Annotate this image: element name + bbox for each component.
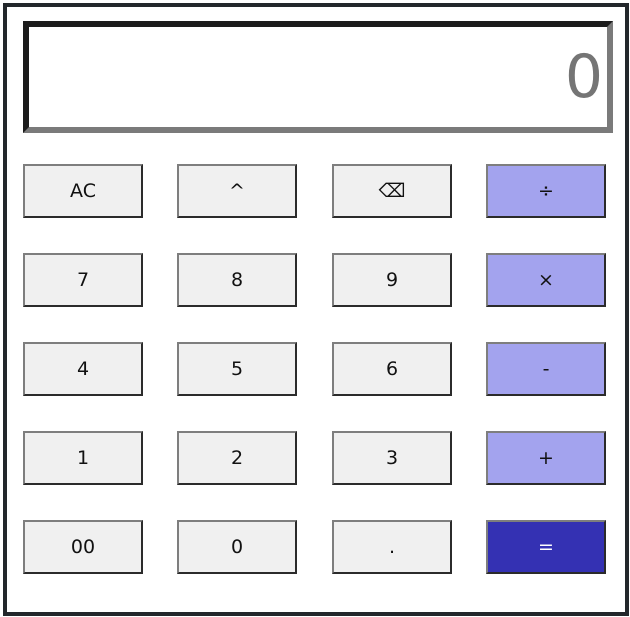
digit-8-label: 8 [230,269,244,291]
power-button-label: ^ [229,180,245,202]
power-button[interactable]: ^ [177,164,297,218]
multiply-button[interactable]: × [486,253,606,307]
digit-9-button[interactable]: 9 [332,253,452,307]
clear-button-label: AC [70,180,96,202]
digit-8-button[interactable]: 8 [177,253,297,307]
digit-0-button[interactable]: 0 [177,520,297,574]
digit-6-label: 6 [385,358,399,380]
double-zero-button[interactable]: 00 [23,520,143,574]
add-button[interactable]: + [486,431,606,485]
digit-7-label: 7 [76,269,90,291]
result-display: 0 [23,21,613,133]
digit-4-button[interactable]: 4 [23,342,143,396]
digit-7-button[interactable]: 7 [23,253,143,307]
digit-0-label: 0 [230,536,244,558]
digit-1-label: 1 [76,447,90,469]
equals-button[interactable]: = [486,520,606,574]
digit-3-button[interactable]: 3 [332,431,452,485]
digit-2-label: 2 [230,447,244,469]
digit-3-label: 3 [385,447,399,469]
equals-label: = [538,536,554,558]
digit-9-label: 9 [385,269,399,291]
double-zero-label: 00 [70,536,96,558]
divide-button-label: ÷ [538,180,554,202]
calculator-window: 0 AC ^ ⌫ ÷ 7 8 9 × 4 5 6 - 1 2 3 + 00 0 … [3,3,629,616]
digit-4-label: 4 [76,358,90,380]
display-value: 0 [564,42,603,112]
subtract-button-label: - [542,358,550,380]
backspace-icon: ⌫ [378,180,406,202]
digit-1-button[interactable]: 1 [23,431,143,485]
divide-button[interactable]: ÷ [486,164,606,218]
subtract-button[interactable]: - [486,342,606,396]
clear-button[interactable]: AC [23,164,143,218]
digit-2-button[interactable]: 2 [177,431,297,485]
digit-5-button[interactable]: 5 [177,342,297,396]
add-button-label: + [538,447,554,469]
decimal-button[interactable]: . [332,520,452,574]
backspace-button[interactable]: ⌫ [332,164,452,218]
multiply-button-label: × [538,269,554,291]
digit-6-button[interactable]: 6 [332,342,452,396]
decimal-label: . [388,536,396,558]
digit-5-label: 5 [230,358,244,380]
